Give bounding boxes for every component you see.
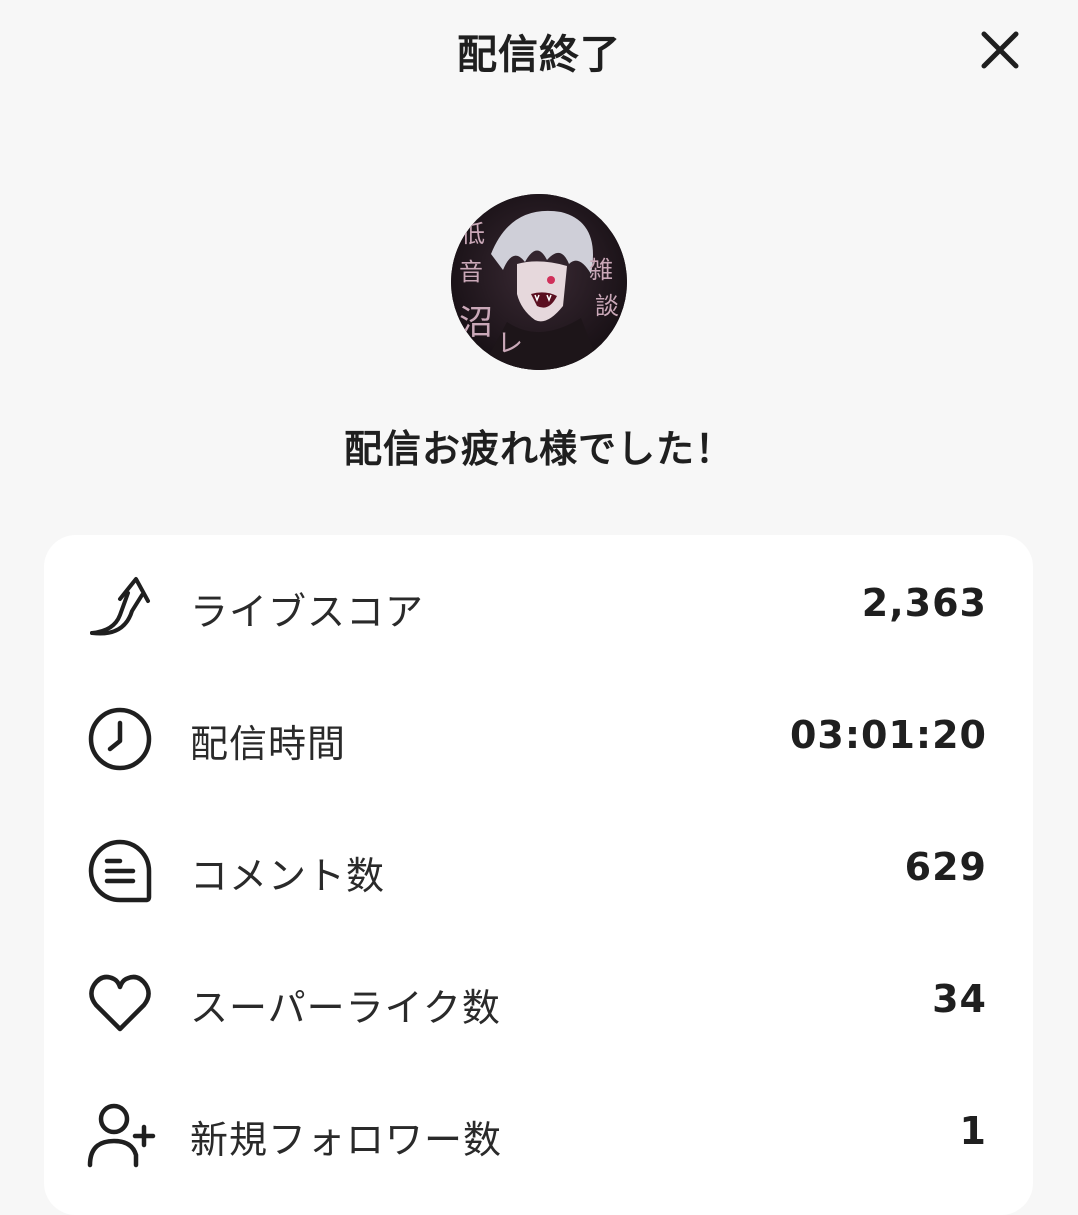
add-user-icon (84, 1099, 156, 1171)
heart-icon (84, 967, 156, 1039)
avatar: 低 音 沼 レ 雑 談 (451, 194, 627, 370)
stat-row-stream-time: 配信時間 03:01:20 (44, 685, 1033, 785)
stat-row-new-followers: 新規フォロワー数 1 (44, 1081, 1033, 1181)
comment-icon (84, 835, 156, 907)
avatar-text-4: レ (497, 329, 523, 359)
stat-value: 34 (932, 977, 987, 1021)
avatar-text-1: 低 (461, 220, 485, 248)
avatar-text-6: 談 (595, 292, 619, 320)
stats-card: ライブスコア 2,363 配信時間 03:01:20 コメント数 629 スーパ… (44, 535, 1033, 1215)
stat-label: スーパーライク数 (190, 986, 501, 1030)
stat-label: 配信時間 (190, 722, 347, 766)
stat-value: 1 (959, 1109, 987, 1153)
clock-icon (84, 703, 156, 775)
avatar-text-5: 雑 (589, 256, 613, 284)
trending-arrow-icon (84, 571, 156, 643)
avatar-image: 低 音 沼 レ 雑 談 (451, 194, 627, 370)
close-icon (981, 31, 1019, 69)
stat-row-live-score: ライブスコア 2,363 (44, 553, 1033, 653)
stat-value: 03:01:20 (789, 713, 987, 757)
stat-label: 新規フォロワー数 (190, 1118, 503, 1162)
page-title: 配信終了 (457, 32, 621, 78)
avatar-text-2: 音 (459, 258, 483, 286)
stat-label: ライブスコア (190, 590, 425, 634)
stat-label: コメント数 (190, 854, 386, 898)
stat-value: 629 (904, 845, 987, 889)
stat-row-super-likes: スーパーライク数 34 (44, 949, 1033, 1049)
close-button[interactable] (972, 22, 1028, 78)
stat-row-comments: コメント数 629 (44, 817, 1033, 917)
stat-value: 2,363 (861, 581, 987, 625)
header: 配信終了 (0, 0, 1078, 100)
avatar-text-3: 沼 (459, 303, 493, 343)
thanks-message: 配信お疲れ様でした！ (343, 427, 734, 471)
